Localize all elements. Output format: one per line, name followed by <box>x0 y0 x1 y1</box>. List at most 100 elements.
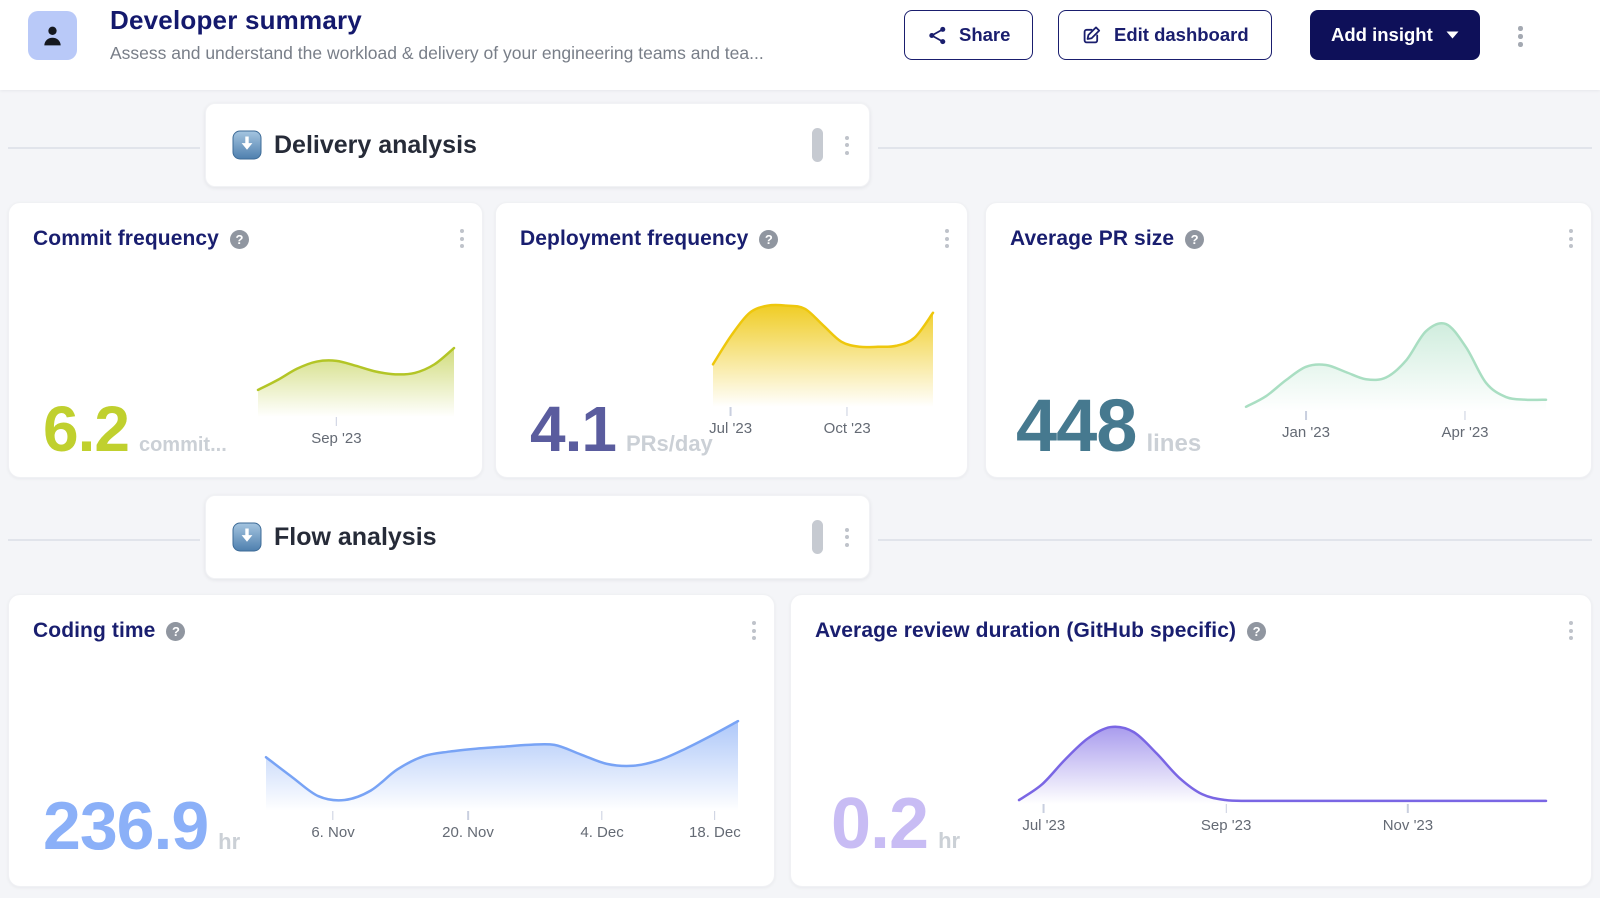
metric-unit: lines <box>1146 430 1201 458</box>
axis-tick: 20. Nov <box>442 811 494 841</box>
axis-tick: Apr '23 <box>1441 411 1488 441</box>
metric-unit: PRs/day <box>626 431 713 457</box>
card-average-pr-size: Average PR size ? 448 lines Jan '23Apr '… <box>985 202 1592 478</box>
card-title: Average PR size <box>1010 227 1174 251</box>
add-insight-button[interactable]: Add insight <box>1310 10 1480 60</box>
edit-dashboard-button[interactable]: Edit dashboard <box>1058 10 1272 60</box>
developer-summary-dashboard: Developer summary Assess and understand … <box>0 0 1600 898</box>
axis-tick-label: 20. Nov <box>442 824 494 841</box>
axis-tick-mark <box>332 811 334 820</box>
help-icon[interactable]: ? <box>230 230 249 249</box>
help-icon[interactable]: ? <box>1247 622 1266 641</box>
axis-tick-label: Nov '23 <box>1383 817 1433 834</box>
card-coding-time: Coding time ? 236.9 hr 6. Nov20. Nov4. D… <box>8 594 775 887</box>
add-insight-button-label: Add insight <box>1331 24 1433 46</box>
metric-value: 448 <box>1016 389 1136 463</box>
share-button-label: Share <box>959 24 1010 46</box>
down-arrow-emoji-icon <box>232 522 262 552</box>
section-title: Delivery analysis <box>274 131 812 160</box>
down-arrow-emoji-icon <box>232 130 262 160</box>
card-title: Average review duration (GitHub specific… <box>815 619 1236 643</box>
kebab-menu-icon[interactable] <box>456 225 468 252</box>
kebab-menu-icon[interactable] <box>941 225 953 252</box>
section-title: Flow analysis <box>274 523 812 552</box>
sparkline-chart: Jul '23Oct '23 <box>713 301 933 407</box>
axis-tick-mark <box>601 811 603 820</box>
axis-tick-label: Jul '23 <box>709 420 752 437</box>
axis-tick: 4. Dec <box>580 811 623 841</box>
section-header-delivery-analysis[interactable]: Delivery analysis <box>205 103 870 187</box>
card-deployment-frequency: Deployment frequency ? 4.1 PRs/day Jul '… <box>495 202 968 478</box>
help-icon[interactable]: ? <box>1185 230 1204 249</box>
axis-tick-label: Sep '23 <box>311 430 361 447</box>
dashboard-avatar <box>28 11 77 60</box>
help-icon[interactable]: ? <box>166 622 185 641</box>
axis-tick-label: Jul '23 <box>1022 817 1065 834</box>
kebab-menu-icon[interactable] <box>1565 617 1577 644</box>
card-average-review-duration: Average review duration (GitHub specific… <box>790 594 1592 887</box>
axis-tick-mark <box>1043 804 1045 813</box>
page-title: Developer summary <box>110 5 362 36</box>
page-subtitle: Assess and understand the workload & del… <box>110 43 764 64</box>
kebab-menu-icon[interactable] <box>748 617 760 644</box>
axis-tick: Jan '23 <box>1282 411 1330 441</box>
sparkline-chart: Jan '23Apr '23 <box>1246 319 1546 411</box>
card-title: Commit frequency <box>33 227 219 251</box>
axis-tick-mark <box>846 407 848 416</box>
axis-tick: 6. Nov <box>311 811 354 841</box>
share-icon <box>927 25 948 46</box>
metric-value: 4.1 <box>530 397 616 461</box>
axis-tick: Sep '23 <box>1201 804 1251 834</box>
kebab-menu-icon[interactable] <box>841 132 853 159</box>
axis-tick-mark <box>1407 804 1409 813</box>
section-divider <box>8 539 200 541</box>
edit-pencil-icon <box>1081 24 1103 46</box>
axis-tick: Jul '23 <box>1022 804 1065 834</box>
axis-tick: Sep '23 <box>311 417 361 447</box>
axis-tick-mark <box>1305 411 1307 420</box>
card-commit-frequency: Commit frequency ? 6.2 commit... Sep '23 <box>8 202 483 478</box>
metric-value: 6.2 <box>43 397 129 461</box>
axis-tick-label: 18. Dec <box>689 824 741 841</box>
metric-unit: commit... <box>139 434 227 457</box>
axis-tick: Nov '23 <box>1383 804 1433 834</box>
section-divider <box>878 147 1592 149</box>
share-button[interactable]: Share <box>904 10 1033 60</box>
axis-tick-label: 6. Nov <box>311 824 354 841</box>
axis-tick: 18. Dec <box>689 811 741 841</box>
axis-tick-mark <box>730 407 732 416</box>
page-header: Developer summary Assess and understand … <box>0 0 1600 90</box>
card-title: Deployment frequency <box>520 227 748 251</box>
axis-tick-mark <box>467 811 469 820</box>
kebab-menu-icon[interactable] <box>841 524 853 551</box>
axis-tick-label: Oct '23 <box>824 420 871 437</box>
sparkline-chart: Jul '23Sep '23Nov '23 <box>1019 719 1546 804</box>
section-header-flow-analysis[interactable]: Flow analysis <box>205 495 870 579</box>
axis-tick-label: Apr '23 <box>1441 424 1488 441</box>
drag-handle[interactable] <box>812 520 823 554</box>
person-icon <box>39 22 66 49</box>
axis-tick-label: Sep '23 <box>1201 817 1251 834</box>
axis-tick: Oct '23 <box>824 407 871 437</box>
axis-tick-label: 4. Dec <box>580 824 623 841</box>
axis-tick-mark <box>336 417 338 426</box>
metric-unit: hr <box>938 828 960 854</box>
drag-handle[interactable] <box>812 128 823 162</box>
page-kebab-menu-icon[interactable] <box>1514 22 1527 51</box>
metric-value: 0.2 <box>831 788 928 860</box>
metric-value: 236.9 <box>43 792 208 860</box>
axis-tick: Jul '23 <box>709 407 752 437</box>
metric-unit: hr <box>218 829 240 855</box>
card-title: Coding time <box>33 619 155 643</box>
axis-tick-mark <box>714 811 716 820</box>
edit-dashboard-button-label: Edit dashboard <box>1114 24 1249 46</box>
kebab-menu-icon[interactable] <box>1565 225 1577 252</box>
help-icon[interactable]: ? <box>759 230 778 249</box>
sparkline-chart: Sep '23 <box>258 343 454 417</box>
axis-tick-label: Jan '23 <box>1282 424 1330 441</box>
axis-tick-mark <box>1225 804 1227 813</box>
axis-tick-mark <box>1464 411 1466 420</box>
section-divider <box>8 147 200 149</box>
sparkline-chart: 6. Nov20. Nov4. Dec18. Dec <box>266 713 738 811</box>
chevron-down-icon <box>1446 31 1459 39</box>
